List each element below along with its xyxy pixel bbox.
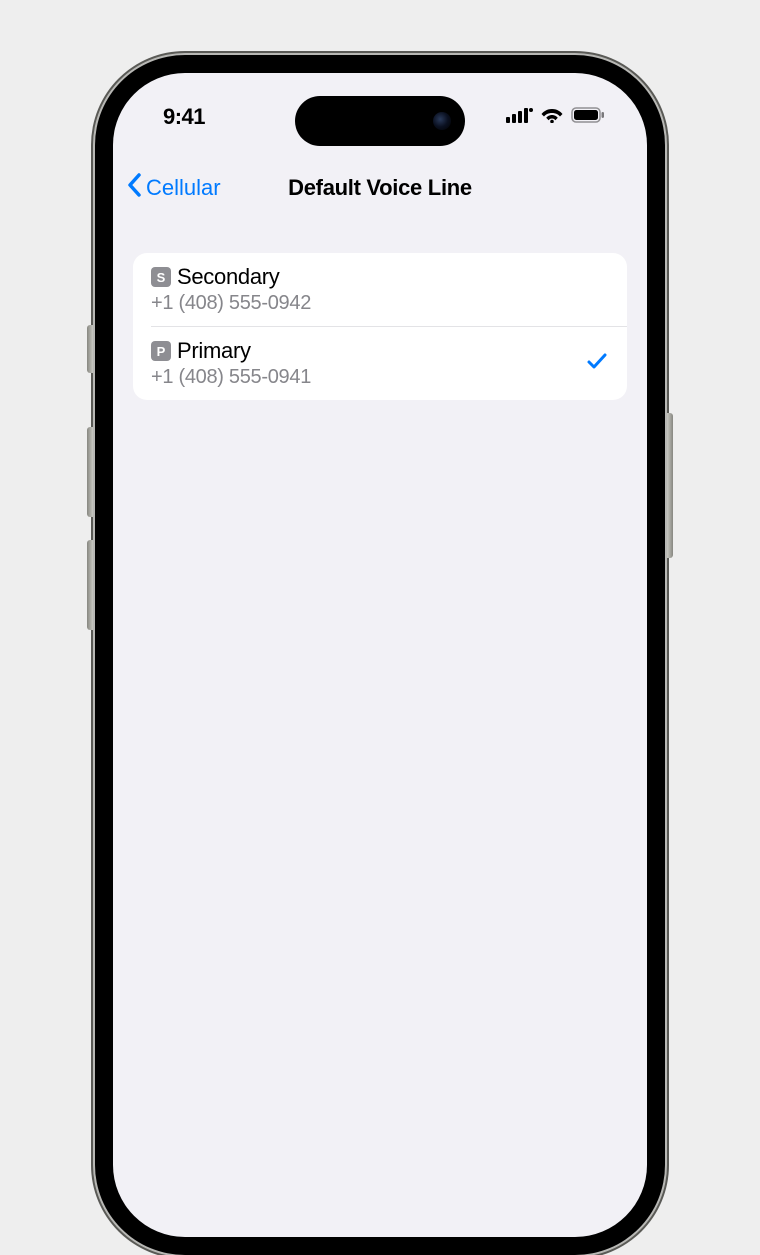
screen: 9:41 — [113, 73, 647, 1237]
line-number: +1 (408) 555-0941 — [151, 366, 585, 389]
sim-badge-primary-icon: P — [151, 341, 171, 361]
line-number: +1 (408) 555-0942 — [151, 292, 609, 315]
back-label: Cellular — [146, 175, 221, 201]
line-option-secondary[interactable]: S Secondary +1 (408) 555-0942 — [133, 253, 627, 326]
sim-badge-secondary-icon: S — [151, 267, 171, 287]
navigation-bar: Cellular Default Voice Line — [113, 159, 647, 217]
cellular-signal-icon — [506, 107, 533, 128]
phone-side-button-right — [667, 413, 673, 558]
wifi-icon — [541, 107, 563, 128]
battery-icon — [571, 107, 605, 128]
line-label: Primary — [177, 338, 251, 364]
phone-frame: 9:41 — [95, 55, 665, 1255]
status-bar: 9:41 — [113, 73, 647, 153]
status-time: 9:41 — [163, 104, 205, 130]
line-option-primary[interactable]: P Primary +1 (408) 555-0941 — [133, 326, 627, 400]
line-label: Secondary — [177, 264, 279, 290]
back-button[interactable]: Cellular — [127, 173, 221, 203]
voice-line-list: S Secondary +1 (408) 555-0942 P Primary — [133, 253, 627, 400]
page-title: Default Voice Line — [288, 175, 472, 201]
chevron-left-icon — [127, 173, 142, 203]
checkmark-icon — [585, 349, 609, 378]
content-area: S Secondary +1 (408) 555-0942 P Primary — [133, 253, 627, 400]
